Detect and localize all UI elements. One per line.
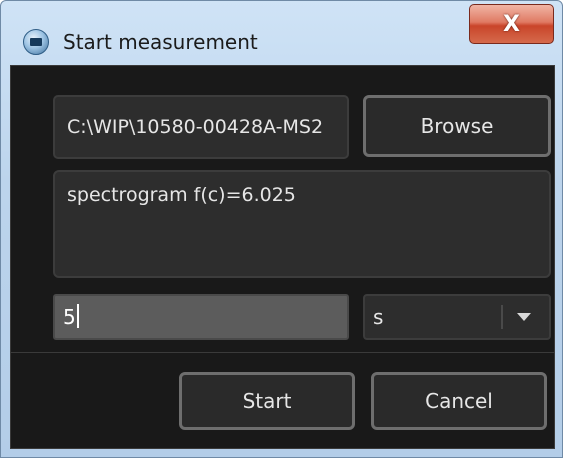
footer-divider [11, 352, 554, 353]
cancel-button-label: Cancel [425, 389, 493, 413]
title-bar[interactable]: Start measurement X [1, 1, 562, 65]
browse-button[interactable]: Browse [363, 95, 551, 157]
measurement-info-box[interactable]: spectrogram f(c)=6.025 [53, 170, 551, 278]
close-button[interactable]: X [469, 4, 554, 44]
start-button-label: Start [242, 389, 292, 413]
cancel-button[interactable]: Cancel [371, 372, 547, 430]
start-measurement-window: Start measurement X C:\WIP\10580-00428A-… [0, 0, 563, 458]
unit-select-value: s [373, 305, 384, 329]
unit-select[interactable]: s [363, 294, 551, 340]
duration-value: 5 [63, 305, 76, 329]
select-divider [501, 305, 503, 329]
text-caret [76, 304, 79, 328]
app-icon [23, 29, 49, 55]
measurement-info-text: spectrogram f(c)=6.025 [67, 184, 296, 206]
browse-button-label: Browse [420, 114, 494, 138]
start-button[interactable]: Start [179, 372, 355, 430]
dialog-content: C:\WIP\10580-00428A-MS2 Browse spectrogr… [10, 65, 555, 449]
chevron-down-icon[interactable] [517, 313, 531, 321]
duration-input[interactable]: 5 [53, 294, 349, 340]
window-title: Start measurement [63, 30, 258, 54]
file-path-field[interactable]: C:\WIP\10580-00428A-MS2 [53, 95, 349, 159]
close-icon: X [503, 11, 520, 37]
